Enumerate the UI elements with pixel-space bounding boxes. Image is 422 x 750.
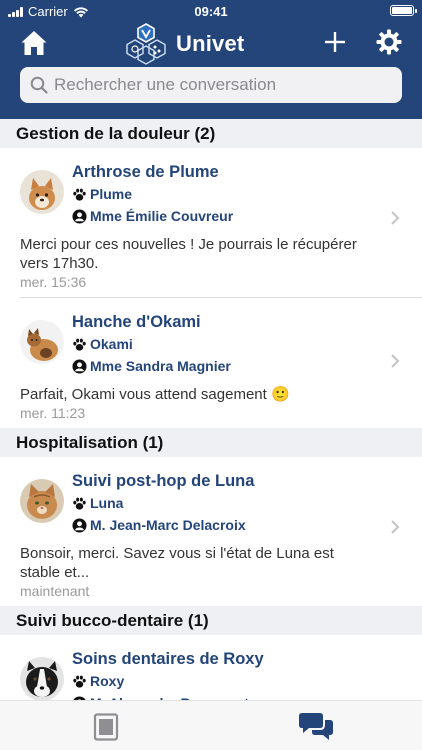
last-message: Parfait, Okami vous attend sagement 🙂 — [20, 386, 290, 403]
user-icon — [72, 517, 87, 533]
owner-line: M. Alexandre Beaumont — [72, 692, 422, 700]
owner-name: Mme Émilie Couvreur — [90, 208, 234, 224]
chevron-right-icon — [391, 211, 400, 225]
document-icon[interactable] — [93, 713, 119, 741]
owner-name: M. Alexandre Beaumont — [90, 692, 249, 700]
section-header: Suivi bucco-dentaire (1) — [0, 606, 422, 635]
owner-line: M. Jean-Marc Delacroix — [72, 514, 422, 536]
owner-name: M. Jean-Marc Delacroix — [90, 517, 246, 533]
conversation-row[interactable]: Hanche d'Okami Okami Mme Sandra Magnier … — [0, 298, 422, 428]
clock: 09:41 — [194, 4, 228, 19]
owner-line: Mme Sandra Magnier — [72, 355, 422, 377]
gear-icon[interactable] — [375, 28, 403, 56]
conversation-row[interactable]: Arthrose de Plume Plume Mme Émilie Couvr… — [0, 148, 422, 297]
search-bar[interactable] — [20, 67, 402, 103]
paw-icon — [73, 338, 86, 351]
conversation-title: Soins dentaires de Roxy — [72, 650, 264, 668]
user-icon — [72, 358, 87, 374]
nav-bar: Univet — [0, 22, 422, 66]
pet-line: Plume — [72, 183, 422, 205]
plus-icon[interactable] — [322, 29, 348, 55]
pet-avatar — [20, 320, 64, 364]
univet-logo-icon — [126, 23, 166, 65]
pet-line: Roxy — [72, 670, 422, 692]
paw-icon — [73, 497, 86, 510]
section-header: Hospitalisation (1) — [0, 428, 422, 457]
pet-avatar — [20, 657, 64, 700]
user-icon — [72, 208, 87, 224]
owner-line: Mme Émilie Couvreur — [72, 205, 422, 227]
pet-name: Roxy — [90, 673, 125, 689]
section-header: Gestion de la douleur (2) — [0, 119, 422, 148]
chevron-right-icon — [391, 354, 400, 368]
pet-name: Plume — [90, 186, 133, 202]
pet-line: Okami — [72, 333, 422, 355]
owner-name: Mme Sandra Magnier — [90, 358, 231, 374]
app-header: Carrier 09:41 Univet — [0, 0, 422, 119]
conversation-title: Hanche d'Okami — [72, 313, 201, 331]
last-message: Bonsoir, merci. Savez vous si l'état de … — [20, 545, 334, 581]
pet-name: Luna — [90, 495, 124, 511]
search-icon — [30, 76, 48, 94]
pet-avatar — [20, 479, 64, 523]
status-bar: Carrier 09:41 — [0, 0, 422, 22]
last-message: Merci pour ces nouvelles ! Je pourrais l… — [20, 236, 357, 272]
conversation-list[interactable]: Gestion de la douleur (2) Arthrose de Pl… — [0, 119, 422, 700]
paw-icon — [73, 675, 86, 688]
battery-icon — [390, 5, 417, 16]
home-icon[interactable] — [20, 29, 48, 57]
univet-logo: Univet — [122, 22, 244, 66]
paw-icon — [73, 188, 86, 201]
pet-line: Luna — [72, 492, 422, 514]
conversation-row[interactable]: Soins dentaires de Roxy Roxy M. Alexandr… — [0, 635, 422, 700]
chat-icon[interactable] — [299, 711, 333, 741]
message-time: maintenant — [20, 583, 90, 599]
chevron-right-icon — [391, 520, 400, 534]
pet-name: Okami — [90, 336, 133, 352]
conversation-row[interactable]: Suivi post-hop de Luna Luna M. Jean-Marc… — [0, 457, 422, 606]
message-time: mer. 15:36 — [20, 274, 87, 290]
conversation-title: Suivi post-hop de Luna — [72, 472, 255, 490]
message-time: mer. 11:23 — [20, 405, 86, 421]
search-input[interactable] — [54, 75, 394, 95]
app-name: Univet — [176, 31, 245, 56]
pet-avatar — [20, 170, 64, 214]
tab-bar — [0, 700, 422, 750]
conversation-title: Arthrose de Plume — [72, 163, 219, 181]
